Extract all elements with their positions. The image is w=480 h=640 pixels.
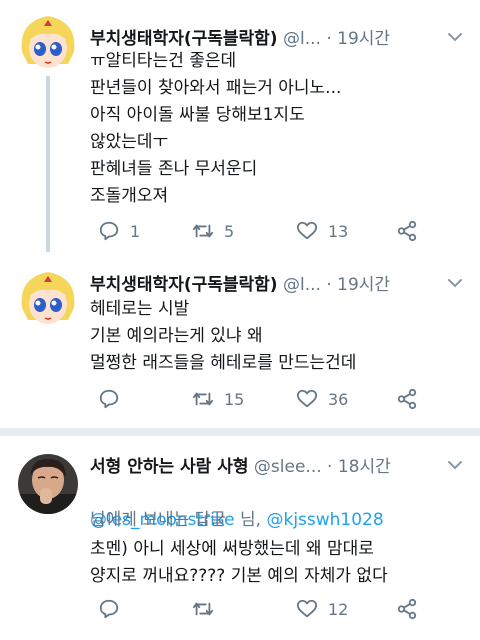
username-handle[interactable]: @l...	[283, 275, 321, 295]
reply-icon	[99, 221, 119, 241]
thread-divider	[0, 428, 480, 436]
like-count: 12	[328, 599, 349, 619]
like-count: 36	[328, 389, 349, 409]
reply-button[interactable]: 1	[98, 218, 140, 244]
share-button[interactable]	[396, 386, 418, 412]
chevron-down-icon[interactable]	[446, 456, 464, 474]
share-icon	[397, 598, 417, 620]
separator-dot: ·	[326, 29, 332, 49]
reply-button[interactable]	[98, 596, 130, 622]
timestamp[interactable]: 19시간	[337, 29, 390, 49]
share-icon	[397, 220, 417, 242]
retweet-button[interactable]: 5	[192, 218, 234, 244]
share-button[interactable]	[396, 596, 418, 622]
avatar-sailor-moon[interactable]	[18, 12, 78, 72]
heart-icon	[296, 221, 318, 240]
chevron-down-icon[interactable]	[446, 28, 464, 46]
chevron-down-icon[interactable]	[446, 274, 464, 292]
timestamp[interactable]: 19시간	[337, 275, 390, 295]
tweet-3[interactable]: 서형 안하는 사람 사형 @slee... · 18시간 @les_moonst…	[0, 436, 480, 640]
like-button[interactable]: 13	[296, 218, 348, 244]
sailor-moon-avatar-image	[18, 12, 78, 72]
tweet-actions: 15 36	[98, 386, 438, 412]
timestamp[interactable]: 18시간	[338, 457, 391, 477]
retweet-icon	[192, 224, 214, 238]
share-icon	[397, 388, 417, 410]
retweet-count: 15	[224, 389, 245, 409]
reply-button[interactable]	[98, 386, 130, 412]
like-count: 13	[328, 221, 349, 241]
username-handle[interactable]: @l...	[283, 29, 321, 49]
reply-count: 1	[130, 221, 141, 241]
like-button[interactable]: 36	[296, 386, 348, 412]
reply-icon	[99, 599, 119, 619]
heart-icon	[296, 599, 318, 618]
avatar-user-photo[interactable]	[18, 454, 78, 514]
display-name[interactable]: 부치생태학자(구독블락함)	[90, 29, 278, 49]
retweet-button[interactable]	[192, 596, 224, 622]
avatar-sailor-moon[interactable]	[18, 268, 78, 328]
tweet-text: 헤테로는 시발 기본 예의라는게 있냐 왜 멀쩡한 래즈들을 헤테로를 만드는건…	[90, 299, 357, 373]
retweet-icon	[192, 392, 214, 406]
display-name[interactable]: 부치생태학자(구독블락함)	[90, 275, 278, 295]
heart-icon	[296, 389, 318, 408]
username-handle[interactable]: @slee...	[254, 457, 322, 477]
retweet-button[interactable]: 15	[192, 386, 244, 412]
thread-connector-line	[46, 76, 50, 252]
display-name[interactable]: 서형 안하는 사람 사형	[90, 457, 249, 477]
replying-to-note: 님에게 보내는 답글	[90, 510, 226, 530]
tweet-2[interactable]: 부치생태학자(구독블락함) @l... · 19시간 헤테로는 시발 기본 예의…	[0, 262, 480, 424]
separator-dot: ·	[327, 457, 333, 477]
tweet-actions: 1 5 13	[98, 218, 438, 244]
reply-icon	[99, 389, 119, 409]
tweet-text: ㅠ알티타는건 좋은데 판년들이 찾아와서 패는거 아니노... 아직 아이돌 싸…	[90, 51, 342, 206]
tweet-header: 부치생태학자(구독블락함) @l... · 19시간	[90, 270, 468, 295]
tweet-actions: 12	[98, 596, 438, 622]
separator-dot: ·	[326, 275, 332, 295]
tweet-header: 서형 안하는 사람 사형 @slee... · 18시간	[90, 452, 468, 477]
tweet-1[interactable]: 부치생태학자(구독블락함) @l... · 19시간 ㅠ알티타는건 좋은데 판년…	[0, 0, 480, 262]
retweet-icon	[192, 602, 214, 616]
sailor-moon-avatar-image	[18, 268, 78, 328]
user-photo-avatar-image	[18, 454, 78, 514]
like-button[interactable]: 12	[296, 596, 348, 622]
retweet-count: 5	[224, 221, 235, 241]
tweet-header: 부치생태학자(구독블락함) @l... · 19시간	[90, 24, 468, 49]
share-button[interactable]	[396, 218, 418, 244]
tweet-text: 초멘) 아니 세상에 써방했는데 왜 맘대로 양지로 꺼내요???? 기본 예의…	[90, 539, 388, 586]
